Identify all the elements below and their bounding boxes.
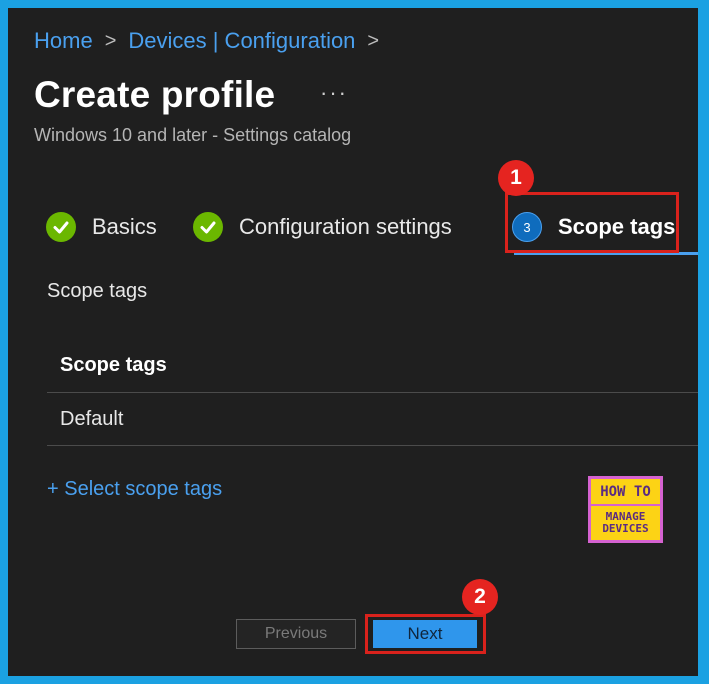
logo-line-1: HOW TO [591, 479, 660, 504]
step-configuration-settings-label: Configuration settings [239, 214, 452, 239]
section-label: Scope tags [47, 280, 148, 302]
chevron-right-icon: > [367, 29, 380, 52]
table-header: Scope tags [47, 338, 698, 393]
highlight-box-scope-tags [505, 192, 679, 253]
create-profile-panel: Home > Devices | Configuration > Create … [8, 8, 698, 676]
chevron-right-icon: > [104, 29, 117, 52]
breadcrumb-home-link[interactable]: Home [34, 28, 93, 54]
next-button[interactable]: Next [373, 620, 477, 648]
breadcrumb-devices-configuration-link[interactable]: Devices | Configuration [128, 28, 355, 54]
callout-badge-1: 1 [498, 160, 534, 196]
check-icon [193, 212, 223, 242]
step-basics[interactable]: Basics [46, 212, 157, 242]
breadcrumb: Home > Devices | Configuration > [34, 28, 379, 54]
more-options-icon[interactable]: ··· [320, 80, 348, 106]
check-icon [46, 212, 76, 242]
previous-button[interactable]: Previous [236, 619, 356, 649]
table-cell-scope-tag: Default [60, 408, 124, 430]
callout-badge-2: 2 [462, 579, 498, 615]
step-configuration-settings[interactable]: Configuration settings [193, 212, 452, 242]
page-subtitle: Windows 10 and later - Settings catalog [34, 125, 352, 145]
logo-line-3: DEVICES [602, 522, 649, 535]
logo-lower: MANAGE DEVICES [591, 506, 660, 540]
step-basics-label: Basics [92, 214, 157, 239]
select-scope-tags-link[interactable]: + Select scope tags [47, 478, 222, 501]
how-to-manage-devices-logo: HOW TO MANAGE DEVICES [588, 476, 663, 543]
column-header-scope-tags: Scope tags [60, 353, 167, 376]
table-row: Default [47, 394, 698, 446]
page-title: Create profile [34, 74, 276, 115]
